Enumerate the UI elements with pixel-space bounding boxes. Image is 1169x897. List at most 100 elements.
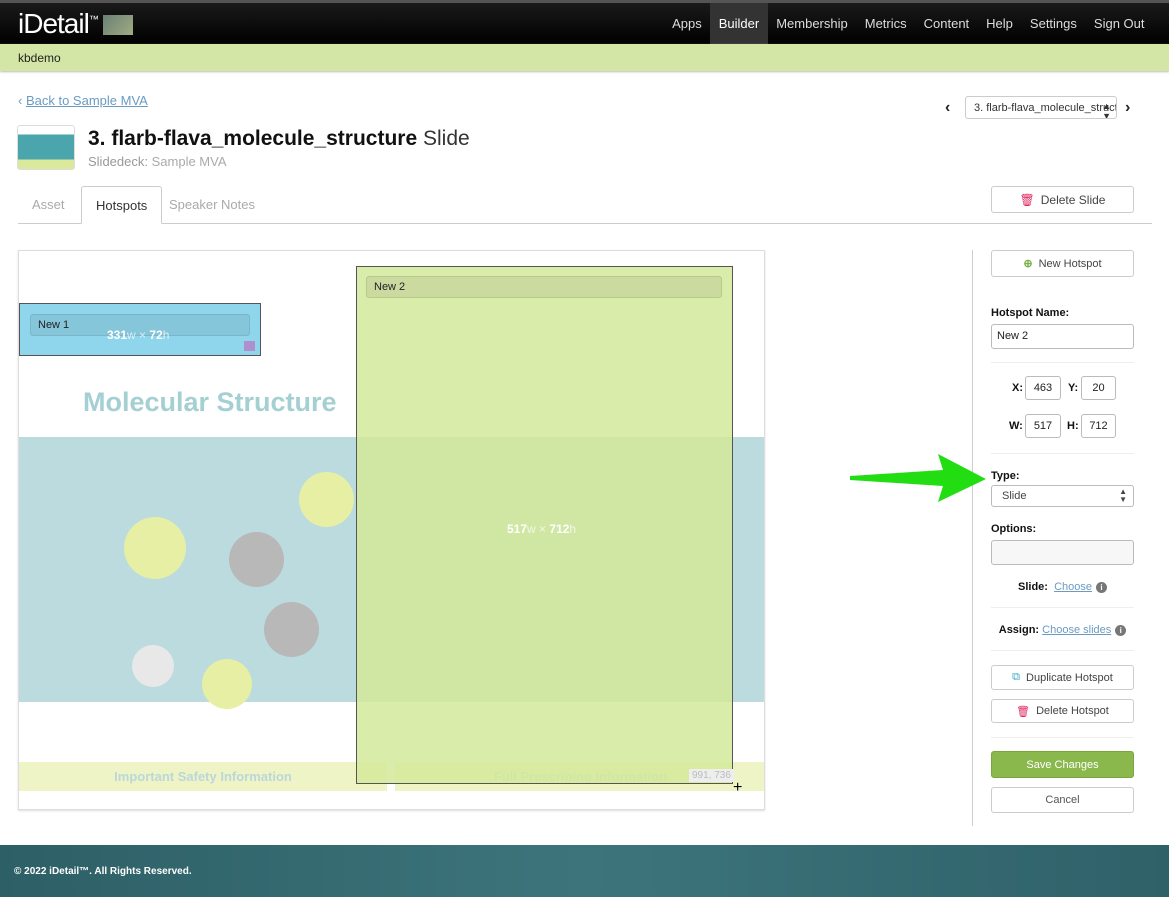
panel-divider [972,250,973,826]
delete-hotspot-label: Delete Hotspot [1036,705,1109,717]
hotspot-new-1[interactable]: New 1 331w × 72h [19,303,261,356]
cursor-coordinates: 991, 736 [689,769,734,782]
slide-canvas[interactable]: Molecular Structure Important Safety Inf… [18,250,765,810]
logo-tm: ™ [88,14,99,26]
hotspot-dimensions: 517w × 712h [507,522,577,536]
resize-handle[interactable] [244,341,255,351]
cancel-button[interactable]: Cancel [991,787,1134,813]
delete-slide-button[interactable]: 🗑 Delete Slide [991,186,1134,213]
nav-metrics[interactable]: Metrics [856,3,915,47]
y-input[interactable]: 20 [1081,376,1116,400]
y-label: Y: [1068,382,1079,394]
nav-help[interactable]: Help [978,3,1022,47]
choose-slide-link[interactable]: Choose [1054,581,1092,593]
molecule-atom [202,659,252,709]
assign-label: Assign: [998,624,1040,636]
tab-asset[interactable]: Asset [18,186,79,224]
h-label: H: [1067,420,1079,432]
slidedeck-subtitle: Slidedeck: Sample MVA [88,154,227,169]
delete-slide-label: Delete Slide [1040,192,1106,207]
delete-hotspot-button[interactable]: 🗑 Delete Hotspot [991,699,1134,723]
x-input[interactable]: 463 [1025,376,1061,400]
choose-slides-link[interactable]: Choose slides [1042,624,1111,636]
slidedeck-name: Sample MVA [151,154,227,169]
assign-row: Assign: Choose slides i [991,624,1134,636]
title-suffix: Slide [422,127,470,150]
info-icon[interactable]: i [1096,582,1107,593]
crosshair-cursor-icon: + [733,779,743,796]
duplicate-hotspot-button[interactable]: ⧉ Duplicate Hotspot [991,665,1134,690]
logo[interactable]: iDetail™ [18,8,99,40]
slide-select[interactable]: 3. flarb-flava_molecule_structure▲▼ [965,96,1117,119]
nav-apps[interactable]: Apps [664,3,711,47]
slide-title: Molecular Structure [83,387,337,417]
nav-content[interactable]: Content [915,3,978,47]
top-navbar: iDetail™ Apps Builder Membership Metrics… [0,0,1169,47]
type-label: Type: [991,470,1020,482]
duplicate-icon: ⧉ [1012,671,1021,683]
h-input[interactable]: 712 [1081,414,1116,438]
username: kbdemo [18,51,61,65]
type-select[interactable]: Slide ▲ ▼ [991,485,1134,507]
slide-select-value: 3. flarb-flava_molecule_structure [974,102,1116,114]
plus-circle-icon: ⊕ [1023,258,1033,270]
hotspot-name-label: Hotspot Name: [991,307,1070,319]
slide-row: Slide: Choose i [991,581,1134,593]
nav-builder[interactable]: Builder [710,3,768,47]
page-footer: © 2022 iDetail™. All Rights Reserved. [0,845,1169,897]
slide-label: Slide: [1018,581,1048,593]
slide-thumbnail [17,125,75,170]
select-arrows-icon: ▲ ▼ [1119,487,1127,504]
molecule-atom [264,602,319,657]
options-label: Options: [991,523,1037,535]
x-label: X: [1012,382,1023,394]
back-link-row: ‹ Back to Sample MVA [18,93,148,108]
w-label: W: [1009,420,1023,432]
nav-membership[interactable]: Membership [768,3,857,47]
copyright: © 2022 iDetail™. All Rights Reserved. [14,866,192,877]
hotspot-name-input[interactable]: New 2 [991,324,1134,349]
save-changes-button[interactable]: Save Changes [991,751,1134,778]
hotspot-label: New 2 [366,276,722,298]
annotation-arrow-icon [850,454,986,502]
safety-info-link[interactable]: Important Safety Information [19,762,387,791]
separator [991,607,1134,608]
new-hotspot-label: New Hotspot [1038,257,1102,270]
slidedeck-label: Slidedeck: [88,154,148,169]
molecule-atom [299,472,354,527]
select-arrows-icon: ▲ ▼ [1102,101,1111,119]
w-input[interactable]: 517 [1025,414,1061,438]
tab-bar: Asset Hotspots Speaker Notes [18,186,1152,224]
user-bar: kbdemo [0,44,1169,71]
new-hotspot-button[interactable]: ⊕ New Hotspot [991,250,1134,277]
type-select-value: Slide [1002,490,1027,502]
previous-slide-icon[interactable]: ‹ [945,99,957,117]
slide-navigator: ‹ 3. flarb-flava_molecule_structure▲▼ › [945,96,1137,119]
hotspot-new-2[interactable]: New 2 517w × 712h [356,266,733,784]
logo-mark-icon [103,15,133,35]
page-title: 3. flarb-flava_molecule_structure Slide [88,127,470,151]
molecule-atom [124,517,186,579]
chevron-left-icon: ‹ [18,93,26,108]
next-slide-icon[interactable]: › [1125,99,1137,117]
logo-text: iDetail [18,8,90,39]
info-icon[interactable]: i [1115,625,1127,636]
separator [991,650,1134,651]
options-input[interactable] [991,540,1134,565]
tab-speaker-notes[interactable]: Speaker Notes [155,186,269,224]
duplicate-label: Duplicate Hotspot [1026,671,1113,684]
molecule-atom [132,645,174,687]
main-nav: Apps Builder Membership Metrics Content … [664,3,1153,47]
nav-settings[interactable]: Settings [1021,3,1085,47]
trash-icon: 🗑 [1019,192,1035,207]
back-link[interactable]: Back to Sample MVA [26,93,148,108]
molecule-atom [229,532,284,587]
nav-sign-out[interactable]: Sign Out [1085,3,1153,47]
trash-icon: 🗑 [1016,705,1031,718]
slide-name: 3. flarb-flava_molecule_structure [88,127,418,150]
hotspot-dimensions: 331w × 72h [107,328,170,342]
separator [991,362,1134,363]
separator [991,737,1134,738]
tab-hotspots[interactable]: Hotspots [81,186,163,224]
separator [991,453,1134,454]
